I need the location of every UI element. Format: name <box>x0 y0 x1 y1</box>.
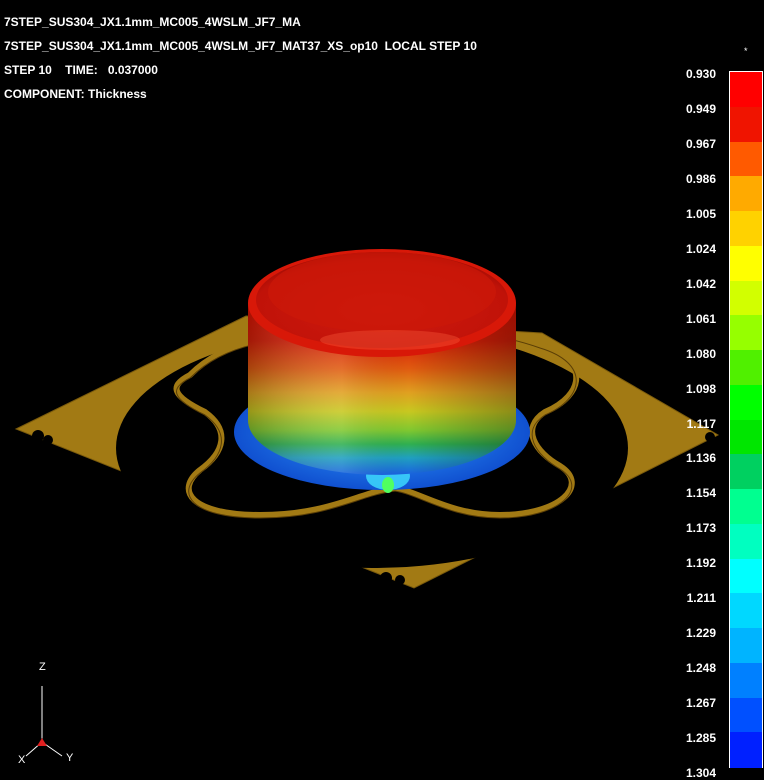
legend-swatch <box>730 106 762 142</box>
legend-swatch <box>730 141 762 177</box>
legend-swatch <box>730 72 762 108</box>
legend-value-label: 1.136 <box>685 451 716 466</box>
legend-value-label: 1.117 <box>686 416 716 431</box>
legend-value-label: 0.967 <box>685 136 716 151</box>
model-subtitle: 7STEP_SUS304_JX1.1mm_MC005_4WSLM_JF7_MAT… <box>4 39 477 53</box>
x-axis-label: X <box>18 754 26 766</box>
legend-value-label: 1.024 <box>685 241 716 256</box>
legend-value-label: 0.949 <box>685 101 716 116</box>
step-label: STEP 10 TIME: <box>4 63 98 77</box>
legend-swatch <box>730 662 762 698</box>
model-title: 7STEP_SUS304_JX1.1mm_MC005_4WSLM_JF7_MA <box>4 15 301 29</box>
legend-value-label: 1.211 <box>686 591 716 606</box>
legend-swatch <box>730 211 762 247</box>
legend-value-label: 1.192 <box>685 556 716 571</box>
legend-swatch <box>730 558 762 594</box>
y-axis-label: Y <box>66 752 74 764</box>
legend-value-label: 0.986 <box>685 171 716 186</box>
legend-swatch <box>730 419 762 455</box>
legend-value-label: 1.248 <box>685 661 716 676</box>
legend-swatch <box>730 384 762 420</box>
legend-swatch <box>730 454 762 490</box>
legend-value-label: 1.229 <box>685 626 716 641</box>
legend-value-label: 1.005 <box>685 206 716 221</box>
legend-value-label: 1.154 <box>685 486 716 501</box>
legend-swatch <box>730 489 762 525</box>
legend-swatch <box>730 628 762 664</box>
legend-swatch <box>730 176 762 212</box>
legend-value-label: 1.061 <box>685 311 716 326</box>
fea-contour-view <box>14 249 720 757</box>
legend-swatch <box>730 697 762 733</box>
legend-value-label: 1.173 <box>685 521 716 536</box>
legend-swatch <box>730 523 762 559</box>
legend-swatch <box>730 732 762 768</box>
legend-swatch <box>730 315 762 351</box>
time-value: 0.037000 <box>107 63 158 77</box>
z-axis-label: Z <box>39 661 46 673</box>
legend-swatch <box>730 593 762 629</box>
step-time-row: STEP 10 TIME: 0.037000 <box>4 63 158 77</box>
legend-swatch <box>730 350 762 386</box>
legend-marker: * <box>744 46 748 56</box>
color-legend-bar <box>729 71 763 768</box>
legend-value-label: 1.042 <box>685 276 716 291</box>
cup-body <box>248 249 516 475</box>
legend-value-label: 1.080 <box>685 346 716 361</box>
component-label: COMPONENT: Thickness <box>4 87 147 101</box>
legend-swatch <box>730 280 762 316</box>
legend-swatch <box>730 245 762 281</box>
axis-triad <box>25 686 63 757</box>
legend-value-label: 1.304 <box>685 766 716 780</box>
legend-value-label: 1.098 <box>685 381 716 396</box>
legend-value-label: 0.930 <box>685 67 716 81</box>
legend-value-label: 1.267 <box>685 696 716 711</box>
legend-value-label: 1.285 <box>685 731 716 746</box>
